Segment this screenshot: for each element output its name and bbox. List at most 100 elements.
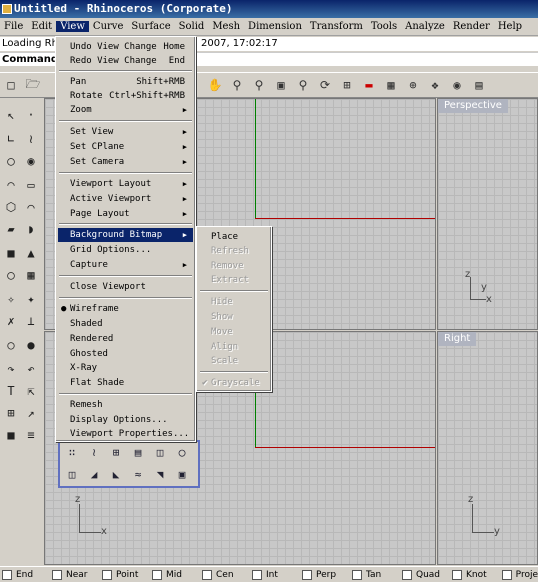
osnap-checkbox[interactable]	[302, 569, 312, 580]
polyline-icon[interactable]: ∟	[2, 130, 20, 148]
car-icon[interactable]: ▬	[360, 76, 378, 94]
osnap-tan[interactable]: Tan	[350, 569, 400, 580]
menu-item-display-options[interactable]: Display Options...	[58, 413, 193, 427]
menu-item-background-bitmap[interactable]: Background Bitmap ▶	[58, 228, 193, 242]
osnap-checkbox[interactable]	[452, 569, 462, 580]
menu-solid[interactable]: Solid	[175, 21, 209, 32]
split-icon[interactable]: ⊥	[22, 312, 40, 330]
blend-icon[interactable]: ◫	[152, 444, 168, 460]
menu-analyze[interactable]: Analyze	[401, 21, 449, 32]
cplane-icon[interactable]: ⊕	[404, 76, 422, 94]
array-icon[interactable]: ⊞	[2, 404, 20, 422]
menu-surface[interactable]: Surface	[127, 21, 174, 32]
perspective-viewport-title[interactable]: Perspective	[438, 99, 508, 113]
revolve-icon[interactable]: ◢	[86, 466, 102, 482]
menu-item-undo-view-change[interactable]: Undo View Change Home	[58, 40, 193, 54]
viewport-perspective[interactable]: Perspective z y x	[437, 98, 538, 330]
circle-icon[interactable]: ◯	[2, 152, 20, 170]
polygon-icon[interactable]: ⬡	[2, 198, 20, 216]
osnap-end[interactable]: End	[0, 569, 50, 580]
open-folder-icon[interactable]: 🗁	[24, 76, 42, 94]
zoom-icon[interactable]: ⚲	[228, 76, 246, 94]
osnap-point[interactable]: Point	[100, 569, 150, 580]
menu-tools[interactable]: Tools	[367, 21, 401, 32]
mesh-icon[interactable]: ▦	[22, 266, 40, 284]
loft-icon[interactable]: ◗	[22, 220, 40, 238]
submenu-item-place[interactable]: Place	[199, 230, 269, 244]
surface-icon[interactable]: ▰	[2, 220, 20, 238]
menu-item-set-cplane[interactable]: Set CPlane ▶	[58, 140, 193, 154]
menu-item-set-view[interactable]: Set View ▶	[58, 125, 193, 139]
menu-edit[interactable]: Edit	[27, 21, 56, 32]
menu-item-close-viewport[interactable]: Close Viewport	[58, 280, 193, 294]
osnap-icon[interactable]: ❖	[426, 76, 444, 94]
menu-curve[interactable]: Curve	[89, 21, 127, 32]
group-icon[interactable]: ●	[22, 336, 40, 354]
menu-item-rotate[interactable]: Rotate Ctrl+Shift+RMB	[58, 89, 193, 103]
menu-item-grid-options[interactable]: Grid Options...	[58, 243, 193, 257]
rectangle-icon[interactable]: ▭	[22, 176, 40, 194]
menu-item-xray[interactable]: X-Ray	[58, 361, 193, 375]
menu-dimension[interactable]: Dimension	[244, 21, 306, 32]
osnap-project[interactable]: Proje	[500, 569, 538, 580]
trim-icon[interactable]: ✗	[2, 312, 20, 330]
pan-hand-icon[interactable]: ✋	[206, 76, 224, 94]
osnap-mid[interactable]: Mid	[150, 569, 200, 580]
menu-item-zoom[interactable]: Zoom ▶	[58, 103, 193, 117]
lock-icon[interactable]: ▤	[470, 76, 488, 94]
menu-item-remesh[interactable]: Remesh	[58, 398, 193, 412]
menu-transform[interactable]: Transform	[306, 21, 367, 32]
text-icon[interactable]: ≡	[22, 426, 40, 444]
rail-revolve-icon[interactable]: ◣	[108, 466, 124, 482]
orient-icon[interactable]: ↗	[22, 404, 40, 422]
menu-item-flat-shade[interactable]: Flat Shade	[58, 376, 193, 390]
menu-item-capture[interactable]: Capture ▶	[58, 258, 193, 272]
menu-item-ghosted[interactable]: Ghosted	[58, 347, 193, 361]
menu-item-pan[interactable]: Pan Shift+RMB	[58, 75, 193, 89]
grid-icon[interactable]: ▦	[382, 76, 400, 94]
bitmap-icon[interactable]: ▣	[174, 466, 190, 482]
network-icon[interactable]: ⊞	[108, 444, 124, 460]
zoom-extents-icon[interactable]: ▣	[272, 76, 290, 94]
osnap-checkbox[interactable]	[202, 569, 212, 580]
wave-surface-icon[interactable]: ≈	[130, 466, 146, 482]
points-icon[interactable]: ∷	[64, 444, 80, 460]
curve-icon[interactable]: ≀	[22, 130, 40, 148]
arc-icon[interactable]: ◠	[2, 176, 20, 194]
osnap-int[interactable]: Int	[250, 569, 300, 580]
menu-item-viewport-layout[interactable]: Viewport Layout ▶	[58, 177, 193, 191]
osnap-perp[interactable]: Perp	[300, 569, 350, 580]
menu-help[interactable]: Help	[494, 21, 526, 32]
curve-tool-icon[interactable]: ≀	[86, 444, 102, 460]
bulb-icon[interactable]: ◉	[448, 76, 466, 94]
menu-item-viewport-properties[interactable]: Viewport Properties...	[58, 427, 193, 441]
menu-view[interactable]: View	[56, 21, 89, 32]
four-viewports-icon[interactable]: ⊞	[338, 76, 356, 94]
osnap-knot[interactable]: Knot	[450, 569, 500, 580]
menu-file[interactable]: File	[0, 21, 27, 32]
boolean-icon[interactable]: ✧	[2, 290, 20, 308]
fillet-icon[interactable]: ⌒	[22, 198, 40, 216]
osnap-checkbox[interactable]	[52, 569, 62, 580]
menu-item-set-camera[interactable]: Set Camera ▶	[58, 155, 193, 169]
viewport-right[interactable]: Right z y	[437, 331, 538, 565]
zoom-window-icon[interactable]: ⚲	[250, 76, 268, 94]
mirror-icon[interactable]: T	[2, 382, 20, 400]
menu-item-page-layout[interactable]: Page Layout ▶	[58, 207, 193, 221]
menu-item-active-viewport[interactable]: Active Viewport ▶	[58, 192, 193, 206]
extrude-icon[interactable]: ▲	[22, 244, 40, 262]
osnap-cen[interactable]: Cen	[200, 569, 250, 580]
move-icon[interactable]: ↷	[2, 360, 20, 378]
menu-item-wireframe[interactable]: ● Wireframe	[58, 302, 193, 316]
menu-item-shaded[interactable]: Shaded	[58, 317, 193, 331]
new-file-icon[interactable]: □	[2, 76, 20, 94]
menu-mesh[interactable]: Mesh	[208, 21, 244, 32]
point-icon[interactable]: ·	[22, 106, 40, 124]
osnap-checkbox[interactable]	[352, 569, 362, 580]
plane-icon[interactable]: ◫	[64, 466, 80, 482]
osnap-quad[interactable]: Quad	[400, 569, 450, 580]
copy-icon[interactable]: ↶	[22, 360, 40, 378]
osnap-checkbox[interactable]	[252, 569, 262, 580]
sweep-icon[interactable]: ◯	[174, 444, 190, 460]
zoom-selected-icon[interactable]: ⚲	[294, 76, 312, 94]
